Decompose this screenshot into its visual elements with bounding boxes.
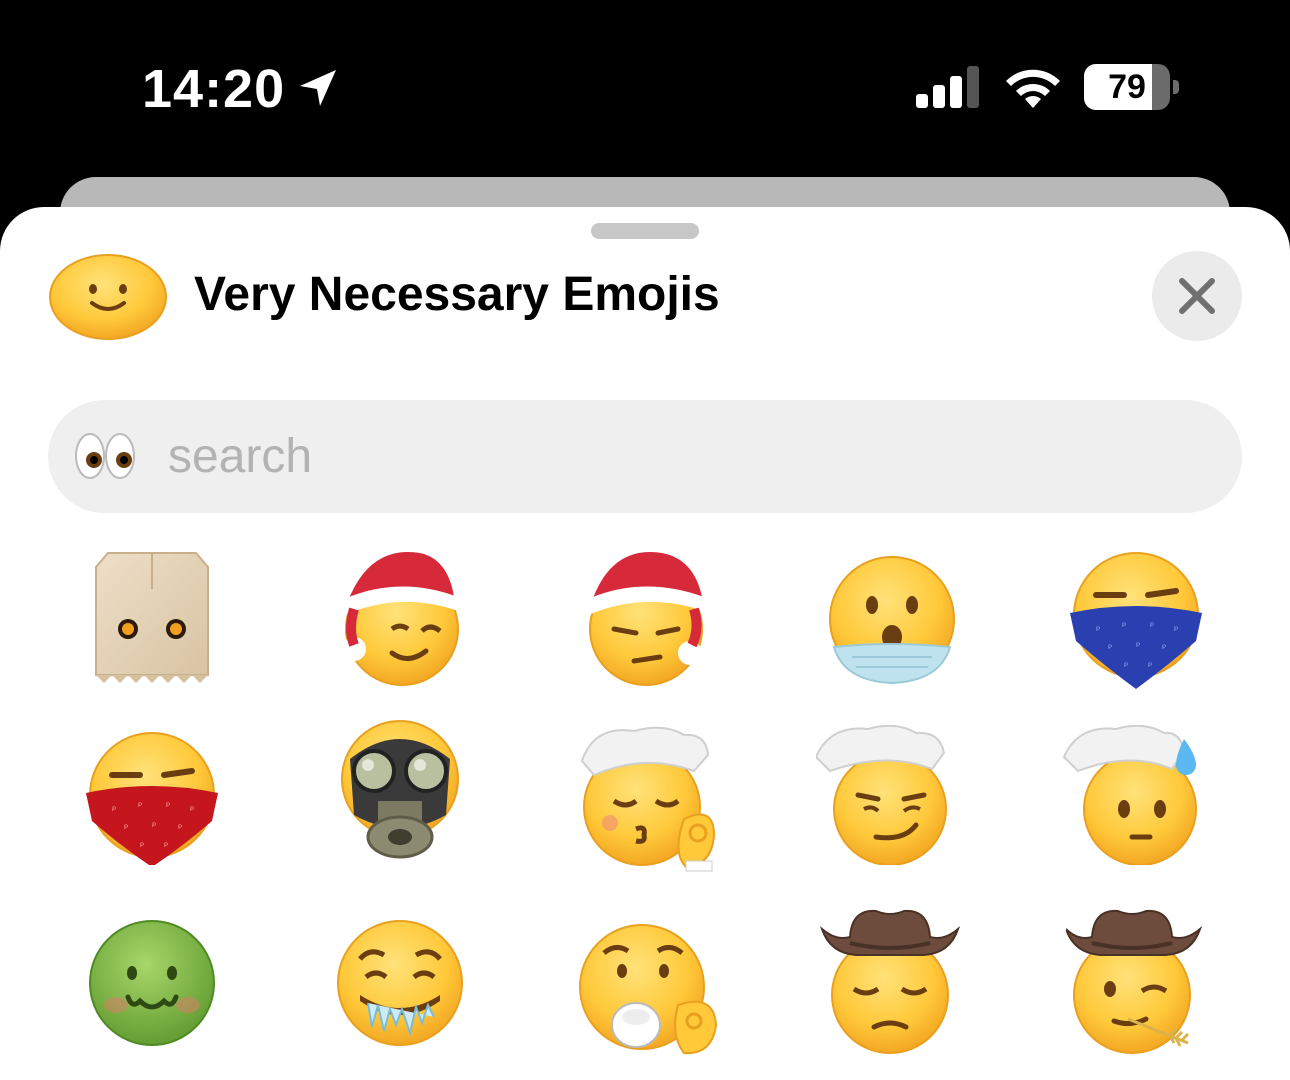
status-time: 14:20: [142, 59, 286, 119]
svg-text:ᵖ: ᵖ: [1108, 643, 1112, 654]
cowboy-pensive-face-emoji[interactable]: [820, 907, 960, 1054]
emoji-sheet: Very Necessary Emojis search ᵖ ᵖ ᵖ ᵖ ᵖ ᵖ…: [0, 207, 1290, 1080]
svg-text:ᵖ: ᵖ: [1162, 643, 1166, 654]
paper-bag-face-emoji[interactable]: [82, 549, 222, 689]
sipping-tea-face-emoji[interactable]: [574, 913, 718, 1055]
santa-hat-winking-face-emoji[interactable]: [330, 549, 470, 689]
gas-mask-face-emoji[interactable]: [330, 719, 470, 859]
cowboy-wheat-winking-face-emoji[interactable]: [1066, 907, 1206, 1054]
sheet-title: Very Necessary Emojis: [194, 268, 720, 321]
svg-text:ᵖ: ᵖ: [124, 823, 128, 834]
status-bar: 14:20 79: [0, 0, 1290, 175]
santa-hat-unamused-face-emoji[interactable]: [578, 549, 718, 689]
drooling-icicle-face-emoji[interactable]: [330, 913, 470, 1053]
red-bandana-face-emoji[interactable]: ᵖᵖᵖᵖ ᵖᵖᵖ ᵖᵖ: [82, 725, 222, 865]
surprised-face-with-medical-mask-emoji[interactable]: [822, 549, 962, 689]
svg-text:ᵖ: ᵖ: [1122, 621, 1126, 632]
battery-icon: 79: [1084, 64, 1180, 110]
svg-text:ᵖ: ᵖ: [138, 801, 142, 812]
svg-text:ᵖ: ᵖ: [112, 805, 116, 816]
close-button[interactable]: [1152, 251, 1242, 341]
eyes-icon: [75, 433, 135, 479]
svg-text:ᵖ: ᵖ: [1136, 641, 1140, 652]
blue-bandana-face-emoji[interactable]: ᵖᵖᵖᵖ ᵖᵖᵖ ᵖᵖ: [1066, 549, 1206, 689]
svg-text:ᵖ: ᵖ: [1148, 661, 1152, 672]
search-bar[interactable]: [48, 400, 1242, 513]
chef-kiss-face-emoji[interactable]: [574, 725, 716, 872]
wifi-icon: [1006, 69, 1060, 108]
search-input[interactable]: [168, 422, 1208, 490]
battery-percentage: 79: [1108, 68, 1146, 106]
svg-text:ᵖ: ᵖ: [1096, 625, 1100, 636]
close-icon: [1179, 278, 1215, 314]
slightly-smiling-face-icon: [49, 254, 167, 340]
svg-text:ᵖ: ᵖ: [140, 841, 144, 852]
sheet-grabber[interactable]: [591, 223, 699, 239]
svg-text:ᵖ: ᵖ: [1124, 661, 1128, 672]
location-arrow-icon: [300, 70, 336, 106]
svg-text:ᵖ: ᵖ: [164, 841, 168, 852]
svg-text:ᵖ: ᵖ: [166, 801, 170, 812]
svg-text:ᵖ: ᵖ: [190, 805, 194, 816]
svg-text:ᵖ: ᵖ: [1174, 625, 1178, 636]
svg-text:ᵖ: ᵖ: [178, 823, 182, 834]
cellular-signal-icon: [916, 66, 979, 108]
nauseated-green-face-emoji[interactable]: [82, 913, 222, 1053]
chef-nervous-sweat-face-emoji[interactable]: [1060, 725, 1200, 865]
svg-text:ᵖ: ᵖ: [152, 821, 156, 832]
svg-text:ᵖ: ᵖ: [1150, 621, 1154, 632]
chef-smirking-face-emoji[interactable]: [816, 725, 956, 865]
